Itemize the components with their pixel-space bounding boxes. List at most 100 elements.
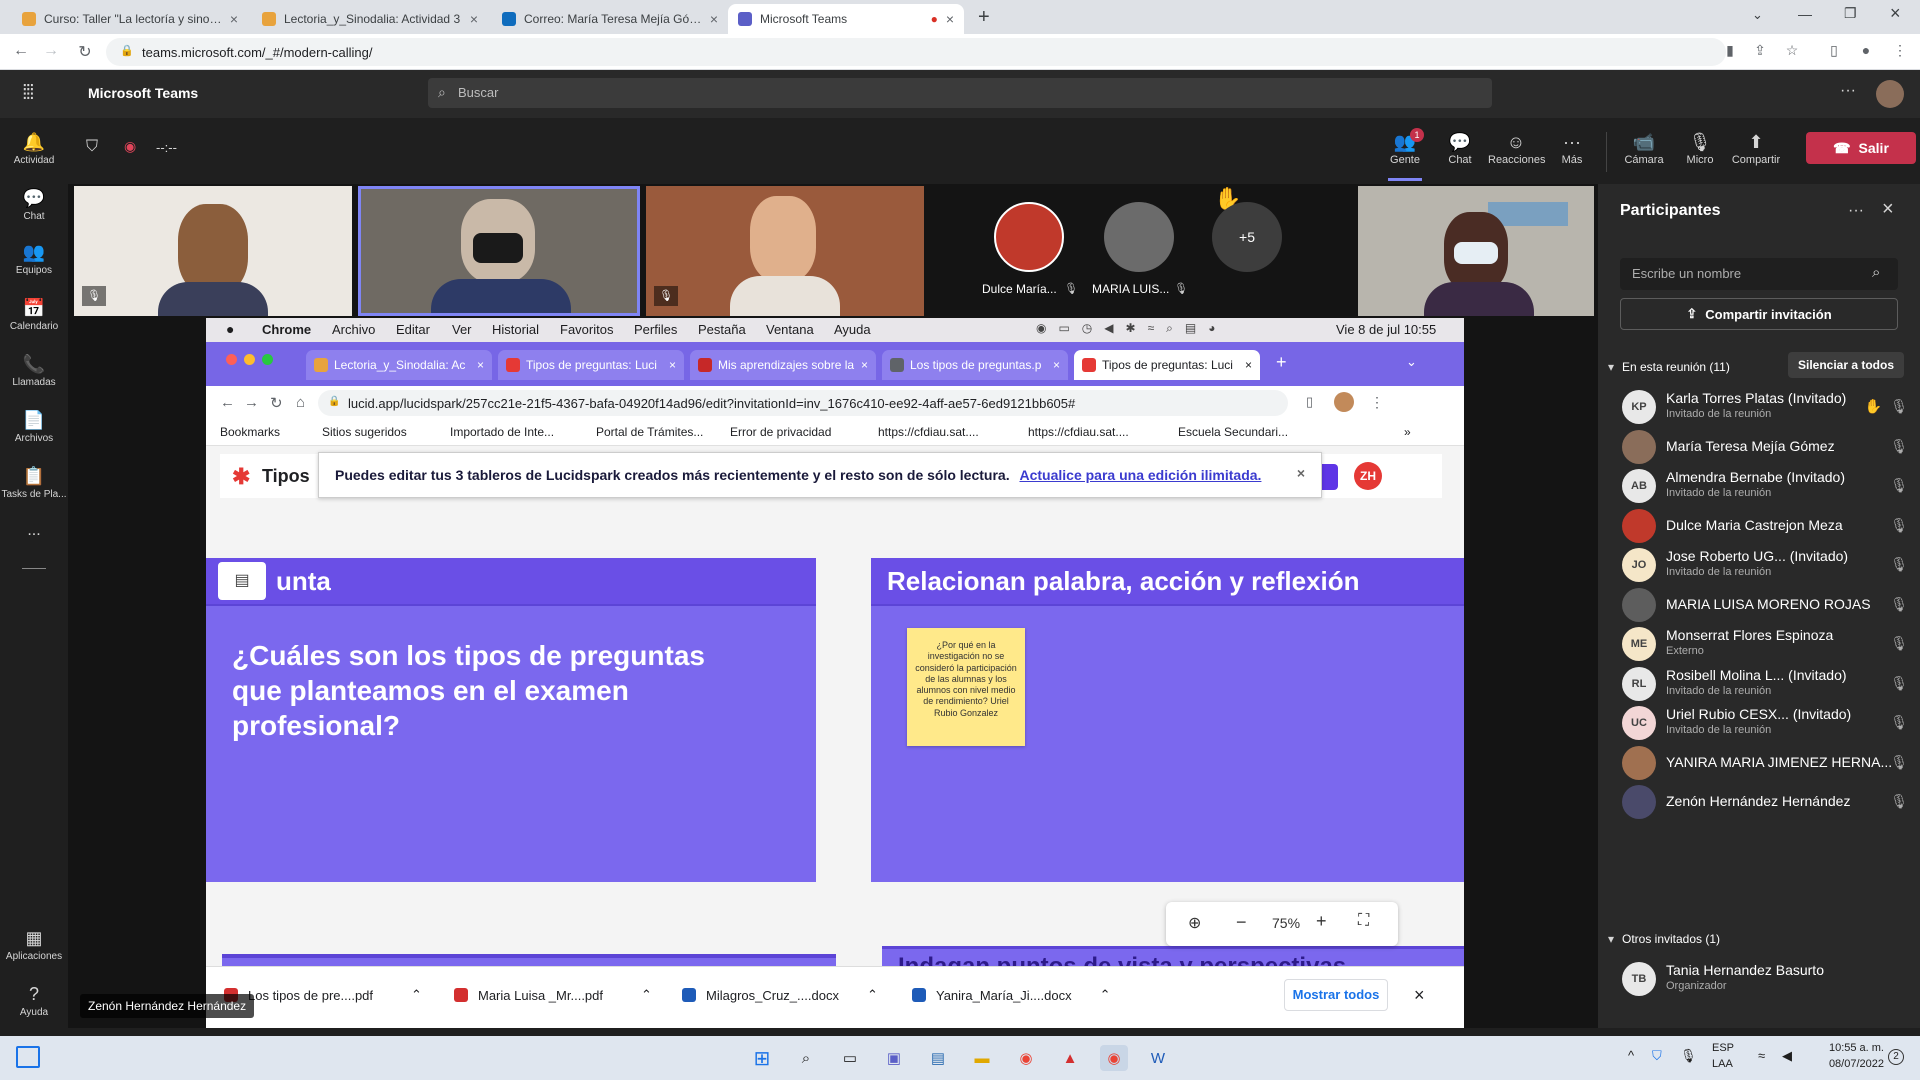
more-participants[interactable]: +5 (1212, 202, 1282, 272)
panel-title: Participantes (1620, 202, 1721, 219)
rail-item-tasks[interactable]: 📋 Tasks de Pla... (0, 466, 68, 500)
close-tab-icon[interactable]: × (230, 11, 238, 27)
notification-badge[interactable]: 2 (1888, 1049, 1904, 1065)
language-indicator[interactable]: ESP (1712, 1042, 1734, 1054)
minimize-button[interactable]: — (1798, 6, 1812, 22)
new-tab-button[interactable]: + (978, 6, 990, 29)
close-panel-icon[interactable]: × (1882, 198, 1894, 221)
more-button[interactable]: ··· Más (1544, 132, 1600, 166)
participant-search-input[interactable]: Escribe un nombre ⌕ (1620, 258, 1898, 290)
volume-icon[interactable]: ◀ (1782, 1048, 1792, 1064)
shared-tab: Los tipos de preguntas.p × (882, 350, 1068, 380)
mic-button[interactable]: 🎙 Micro (1672, 132, 1728, 166)
share-button[interactable]: ⬆ Compartir (1728, 132, 1784, 166)
close-window-button[interactable]: × (1890, 3, 1901, 24)
participant-row[interactable]: TB Tania Hernandez Basurto Organizador (1622, 958, 1912, 1006)
rail-item-apps[interactable]: ▦ Aplicaciones (0, 928, 68, 962)
panel-title: unta (206, 558, 816, 606)
search-input[interactable]: ⌕ Buscar (428, 78, 1492, 108)
wifi-icon[interactable]: ≈ (1758, 1048, 1765, 1063)
teams-app-rail: 🔔 Actividad 💬 Chat 👥 Equipos 📅 Calendario 📞 L… (0, 118, 68, 1028)
browser-tab[interactable]: Correo: María Teresa Mejía Gómez × (492, 4, 728, 34)
rail-item-files[interactable]: 📄 Archivos (0, 410, 68, 444)
camera-button[interactable]: 📹 Cámara (1616, 132, 1672, 166)
task-view-icon[interactable]: ▭ (836, 1045, 864, 1071)
side-panel-icon[interactable]: ▯ (1824, 42, 1844, 59)
maximize-button[interactable]: ❐ (1844, 5, 1857, 22)
forward-icon[interactable]: → (40, 42, 62, 60)
widgets-icon[interactable] (16, 1046, 40, 1068)
mic-off-icon: 🎙 (1688, 132, 1712, 152)
rail-item-activity[interactable]: 🔔 Actividad (0, 132, 68, 166)
raised-hand-icon: ✋ (1864, 398, 1882, 414)
browser-tab-active[interactable]: Microsoft Teams ● × (728, 4, 964, 34)
video-tile[interactable]: 🎙 (74, 186, 352, 316)
user-avatar[interactable] (1876, 80, 1904, 108)
browser-menu-icon[interactable]: ⋮ (1890, 42, 1910, 59)
video-tile-active-speaker[interactable] (358, 186, 640, 316)
close-tab-icon: × (1244, 358, 1252, 372)
leave-button[interactable]: ☎ Salir (1806, 132, 1916, 164)
mic-off-icon: 🎙 (1890, 753, 1908, 770)
chat-button[interactable]: 💬 Chat (1432, 132, 1488, 166)
mute-all-button[interactable]: Silenciar a todos (1788, 352, 1904, 378)
more-options-icon[interactable]: ··· (1848, 202, 1864, 220)
rail-item-help[interactable]: ? Ayuda (0, 984, 68, 1018)
start-icon[interactable]: ⊞ (748, 1045, 776, 1071)
camera-blocked-icon[interactable]: ▮ (1720, 42, 1740, 59)
mac-zoom-dot (262, 354, 273, 365)
chrome-icon[interactable]: ◉ (1012, 1045, 1040, 1071)
chevron-down-icon[interactable]: ▾ (1608, 932, 1614, 946)
chevron-down-icon[interactable]: ▾ (1608, 360, 1614, 374)
video-tile[interactable]: 🎙 (646, 186, 924, 316)
back-icon[interactable]: ← (10, 42, 32, 60)
url-field[interactable]: 🔒 teams.microsoft.com/_#/modern-calling/ (106, 38, 1726, 66)
share-page-icon[interactable]: ⇪ (1750, 42, 1770, 59)
search-icon[interactable]: ⌕ (792, 1045, 820, 1071)
video-tile[interactable] (1358, 186, 1594, 316)
help-icon: ? (28, 984, 39, 1004)
close-tab-icon[interactable]: × (470, 11, 478, 27)
browser-tab[interactable]: Curso: Taller "La lectoría y sinodal × (12, 4, 248, 34)
rail-more-apps[interactable]: ... (0, 522, 68, 540)
lucid-logo-icon: ✱ (232, 464, 251, 489)
reactions-icon: ☺ (1506, 132, 1526, 152)
people-button[interactable]: 👥 Gente (1377, 132, 1433, 166)
profile-icon[interactable]: ● (1856, 42, 1876, 58)
back-icon: ← (220, 394, 235, 411)
chevron-up-icon: ⌃ (866, 987, 878, 1002)
rail-item-calendar[interactable]: 📅 Calendario (0, 298, 68, 332)
teams-chat-icon[interactable]: ▣ (880, 1045, 908, 1071)
tray-chevron-icon[interactable]: ^ (1628, 1048, 1634, 1063)
avatar[interactable] (1104, 202, 1174, 272)
word-icon[interactable]: W (1144, 1045, 1172, 1071)
file-explorer-icon[interactable]: ▬ (968, 1045, 996, 1071)
defender-icon[interactable]: ⛉ (1652, 1048, 1662, 1064)
clock[interactable]: 10:55 a. m. (1810, 1042, 1884, 1054)
bookmark-star-icon[interactable]: ☆ (1782, 42, 1802, 59)
acrobat-icon[interactable]: ▲ (1056, 1045, 1084, 1071)
store-icon[interactable]: ▤ (924, 1045, 952, 1071)
avatar[interactable] (994, 202, 1064, 272)
close-tab-icon[interactable]: × (946, 11, 954, 27)
participant-row[interactable]: Zenón Hernández Hernández 🎙 (1622, 781, 1912, 829)
more-options-icon[interactable]: ··· (1840, 82, 1856, 100)
hangup-icon: ☎ (1833, 139, 1851, 156)
chrome-active-icon[interactable]: ◉ (1100, 1045, 1128, 1071)
rail-divider (22, 568, 46, 569)
rail-item-calls[interactable]: 📞 Llamadas (0, 354, 68, 388)
side-panel-icon: ▯ (1306, 394, 1314, 409)
rail-item-chat[interactable]: 💬 Chat (0, 188, 68, 222)
apple-icon: ● (226, 321, 235, 337)
reactions-button[interactable]: ☺ Reacciones (1488, 132, 1545, 166)
share-invite-button[interactable]: ⇪ Compartir invitación (1620, 298, 1898, 330)
close-tab-icon[interactable]: × (710, 11, 718, 27)
reload-icon[interactable]: ↻ (74, 42, 96, 62)
rail-item-teams[interactable]: 👥 Equipos (0, 242, 68, 276)
browser-tab[interactable]: Lectoria_y_Sinodalia: Actividad 3 × (252, 4, 488, 34)
app-launcher-icon[interactable]: ⁞⁞⁞ (22, 82, 35, 105)
mic-icon[interactable]: 🎙 (1680, 1048, 1697, 1064)
board-panel (222, 954, 836, 966)
tab-search-icon[interactable]: ⌄ (1752, 7, 1763, 23)
active-indicator (1388, 178, 1422, 181)
